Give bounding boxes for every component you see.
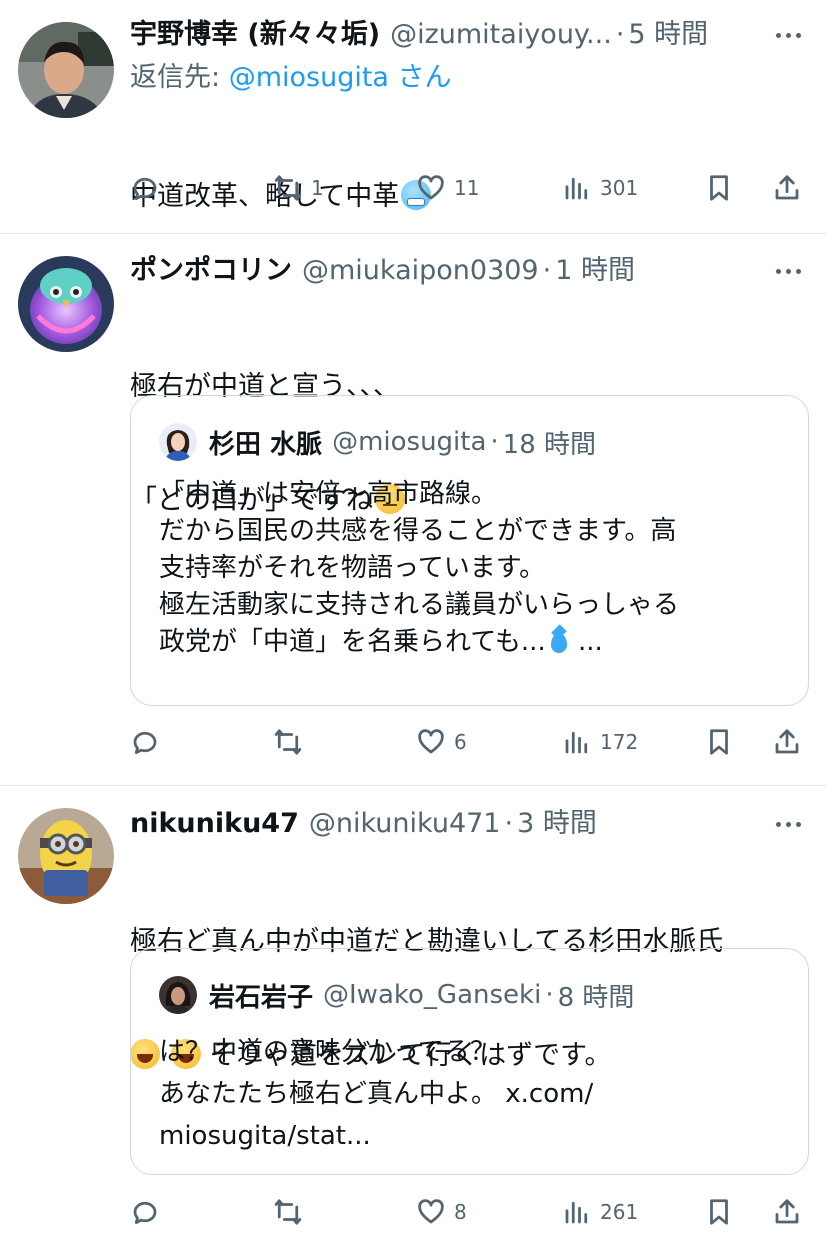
reply-icon (133, 177, 157, 200)
quote-text: 「中道」は安倍〜高市路線。 だから国民の共感を得ることができます。高 支持率がそ… (159, 476, 780, 661)
timestamp[interactable]: 3 時間 (517, 803, 597, 845)
share-button[interactable] (772, 722, 802, 762)
timestamp[interactable]: 1 時間 (555, 250, 635, 292)
bookmark-icon (710, 1199, 728, 1225)
bookmark-button[interactable] (704, 722, 734, 762)
retweet-icon (274, 175, 302, 201)
share-icon (775, 729, 799, 754)
retweet-button[interactable] (273, 1192, 303, 1232)
views-count: 261 (600, 1200, 639, 1224)
share-button[interactable] (772, 1192, 802, 1232)
retweet-button[interactable] (273, 722, 303, 762)
tweet-divider (0, 785, 826, 786)
user-handle[interactable]: @izumitaiyouy... (390, 14, 612, 56)
separator-dot: · (545, 980, 554, 1010)
quote-text-line: だから国民の共感を得ることができます。高 (159, 516, 677, 546)
like-count: 8 (454, 1200, 467, 1224)
droplet-emoji-icon (548, 625, 570, 655)
share-icon (775, 175, 799, 200)
quote-header: 杉田 水脈 @miosugita · 18 時間 (159, 422, 596, 462)
reply-to-suffix[interactable]: さん (389, 62, 452, 93)
more-icon[interactable] (768, 250, 808, 292)
retweet-count: 1 (311, 176, 324, 200)
like-count: 6 (454, 730, 467, 754)
tweet-actions: 1 11 301 (130, 168, 806, 208)
quote-text-line: miosugita/stat... (159, 1121, 371, 1151)
views-count: 301 (600, 176, 639, 200)
quote-text-line: 政党が「中道」を名乗られても... (159, 627, 546, 657)
quote-text-line: は？中道の意味分かってる？ (159, 1037, 496, 1067)
timestamp[interactable]: 5 時間 (628, 14, 708, 56)
user-handle[interactable]: @miukaipon0309 (302, 250, 539, 292)
quote-text-line: 極左活動家に支持される議員がいらっしゃる (159, 590, 680, 620)
like-button[interactable]: 8 (416, 1192, 467, 1232)
quote-avatar[interactable] (159, 976, 197, 1014)
reply-button[interactable] (130, 1192, 160, 1232)
avatar[interactable] (18, 808, 114, 904)
bookmark-icon (710, 729, 728, 755)
retweet-icon (274, 1199, 302, 1225)
avatar[interactable] (18, 256, 114, 352)
quote-text-line: 支持率がそれを物語っています。 (159, 553, 546, 583)
reply-to-prefix: 返信先: (130, 62, 229, 93)
views-icon (565, 1201, 588, 1224)
share-button[interactable] (772, 168, 802, 208)
like-icon (418, 1199, 444, 1224)
display-name[interactable]: ポンポコリン (130, 250, 292, 292)
quote-text-trailing: ... (569, 627, 603, 657)
quote-display-name[interactable]: 岩石岩子 (209, 977, 313, 1014)
quote-user-handle[interactable]: @miosugita (332, 427, 486, 457)
quote-tweet[interactable]: 岩石岩子 @Iwako_Ganseki · 8 時間 は？中道の意味分かってる？… (130, 948, 809, 1175)
display-name[interactable]: 宇野博幸 (新々々垢) (130, 14, 380, 56)
quote-text-line: 「中道」は安倍〜高市路線。 (159, 479, 498, 509)
reply-button[interactable] (130, 168, 160, 208)
quote-timestamp[interactable]: 18 時間 (503, 424, 596, 461)
views-button[interactable]: 172 (562, 722, 638, 762)
quote-tweet[interactable]: 杉田 水脈 @miosugita · 18 時間 「中道」は安倍〜高市路線。 だ… (130, 395, 809, 706)
tweet-actions: 8 261 (130, 1192, 806, 1232)
display-name[interactable]: nikuniku47 (130, 803, 299, 845)
quote-timestamp[interactable]: 8 時間 (558, 977, 635, 1014)
like-button[interactable]: 6 (416, 722, 467, 762)
quote-display-name[interactable]: 杉田 水脈 (209, 424, 322, 461)
quote-text: は？中道の意味分かってる？ あなたたち極右ど真ん中よ。 x.com/ miosu… (159, 1031, 780, 1157)
tweet-header: ポンポコリン @miukaipon0309 · 1 時間 (130, 250, 808, 292)
tweet-actions: 6 172 (130, 722, 806, 762)
retweet-icon (274, 729, 302, 755)
avatar[interactable] (18, 22, 114, 118)
separator-dot: · (504, 808, 514, 839)
like-count: 11 (454, 176, 480, 200)
views-button[interactable]: 301 (562, 168, 638, 208)
more-icon[interactable] (768, 14, 808, 56)
quote-header: 岩石岩子 @Iwako_Ganseki · 8 時間 (159, 975, 634, 1015)
quote-user-handle[interactable]: @Iwako_Ganseki (323, 980, 541, 1010)
separator-dot: · (615, 19, 625, 50)
share-icon (775, 1199, 799, 1224)
views-button[interactable]: 261 (562, 1192, 638, 1232)
reply-to: 返信先: @miosugita さん (130, 56, 808, 100)
bookmark-button[interactable] (704, 168, 734, 208)
views-icon (565, 731, 588, 754)
reply-to-handle[interactable]: @miosugita (229, 62, 389, 93)
retweet-button[interactable]: 1 (273, 168, 324, 208)
views-icon (565, 177, 588, 200)
quote-avatar[interactable] (159, 423, 197, 461)
tweet-header: 宇野博幸 (新々々垢) @izumitaiyouy... · 5 時間 (130, 14, 808, 56)
separator-dot: · (542, 255, 552, 286)
separator-dot: · (490, 427, 499, 457)
reply-icon (133, 1201, 157, 1224)
bookmark-button[interactable] (704, 1192, 734, 1232)
user-handle[interactable]: @nikuniku471 (309, 803, 501, 845)
like-button[interactable]: 11 (416, 168, 479, 208)
tweet-divider (0, 233, 826, 234)
like-icon (418, 175, 444, 200)
more-icon[interactable] (768, 803, 808, 845)
quote-text-line: あなたたち極右ど真ん中よ。 x.com/ (159, 1079, 594, 1109)
like-icon (418, 729, 444, 754)
tweet-header: nikuniku47 @nikuniku471 · 3 時間 (130, 803, 808, 845)
views-count: 172 (600, 730, 639, 754)
bookmark-icon (710, 175, 728, 201)
reply-button[interactable] (130, 722, 160, 762)
reply-icon (133, 731, 157, 754)
